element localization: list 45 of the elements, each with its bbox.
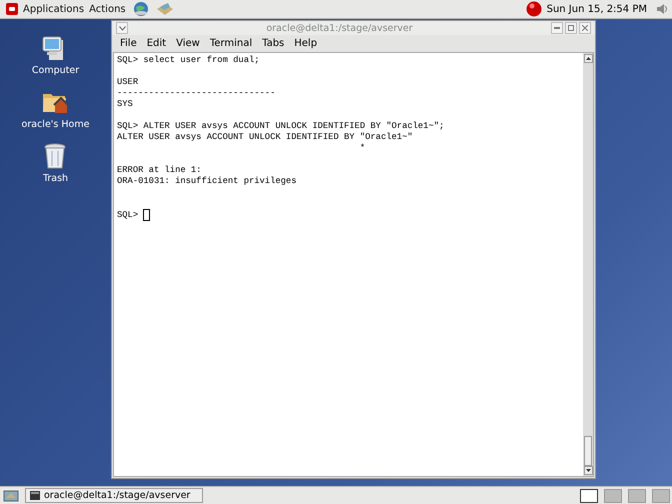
terminal-line: SYS xyxy=(117,99,134,110)
close-icon xyxy=(582,25,588,31)
menu-item[interactable]: View xyxy=(176,38,200,49)
scrollbar[interactable] xyxy=(583,53,593,476)
alert-icon[interactable] xyxy=(526,1,542,17)
terminal-line: * xyxy=(358,143,366,154)
desktop-icon-label[interactable]: oracle's Home xyxy=(22,119,90,130)
clock[interactable]: Sun Jun 15, 2:54 PM xyxy=(546,4,647,14)
menu-item[interactable]: Tabs xyxy=(262,38,284,49)
desktop-icon-label[interactable]: Trash xyxy=(42,173,68,184)
terminal-line: ALTER USER avsys ACCOUNT UNLOCK IDENTIFIED BY "Oracle1~" xyxy=(117,132,414,143)
scroll-down-arrow-icon[interactable] xyxy=(584,466,592,475)
chevron-icon xyxy=(118,26,126,30)
terminal-line: ERROR at line 1: xyxy=(117,165,202,176)
desktop-icon-label[interactable]: Computer xyxy=(32,65,80,76)
window-menu-button[interactable] xyxy=(116,22,128,34)
minimize-button[interactable] xyxy=(551,22,563,34)
close-button[interactable] xyxy=(579,22,591,34)
trash-icon[interactable] xyxy=(43,142,68,170)
terminal-line: USER xyxy=(117,77,140,88)
menu-item[interactable]: File xyxy=(120,38,137,49)
text-cursor xyxy=(143,209,150,221)
minimize-icon xyxy=(554,27,560,29)
taskbar-button[interactable]: oracle@delta1:/stage/avserver xyxy=(25,488,203,503)
globe-icon[interactable] xyxy=(132,1,149,17)
maximize-button[interactable] xyxy=(565,22,577,34)
terminal-prompt: SQL> xyxy=(117,210,138,220)
workspace-button[interactable] xyxy=(580,488,598,502)
terminal-icon xyxy=(30,491,40,500)
terminal-line: ORA-01031: insufficient privileges xyxy=(117,176,298,187)
panel-menu[interactable]: Actions xyxy=(89,4,126,14)
redhat-icon[interactable] xyxy=(6,3,18,15)
scroll-thumb[interactable] xyxy=(584,436,592,466)
maximize-icon xyxy=(568,25,574,31)
scroll-up-arrow-icon[interactable] xyxy=(584,54,592,63)
panel-menu[interactable]: Applications xyxy=(23,4,84,14)
desktop-icon[interactable] xyxy=(3,488,19,502)
speaker-icon[interactable] xyxy=(656,3,668,15)
menu-item[interactable]: Help xyxy=(294,38,318,49)
window-title: oracle@delta1:/stage/avserver xyxy=(265,22,414,34)
menu-item[interactable]: Edit xyxy=(146,38,166,49)
terminal-line: SQL> ALTER USER avsys ACCOUNT UNLOCK IDENTIFIED BY "Oracle1~"; xyxy=(117,121,446,132)
terminal-line: ------------------------------ xyxy=(117,88,276,99)
menu-item[interactable]: Terminal xyxy=(210,38,252,49)
terminal-line: SQL> select user from dual; xyxy=(117,55,261,66)
